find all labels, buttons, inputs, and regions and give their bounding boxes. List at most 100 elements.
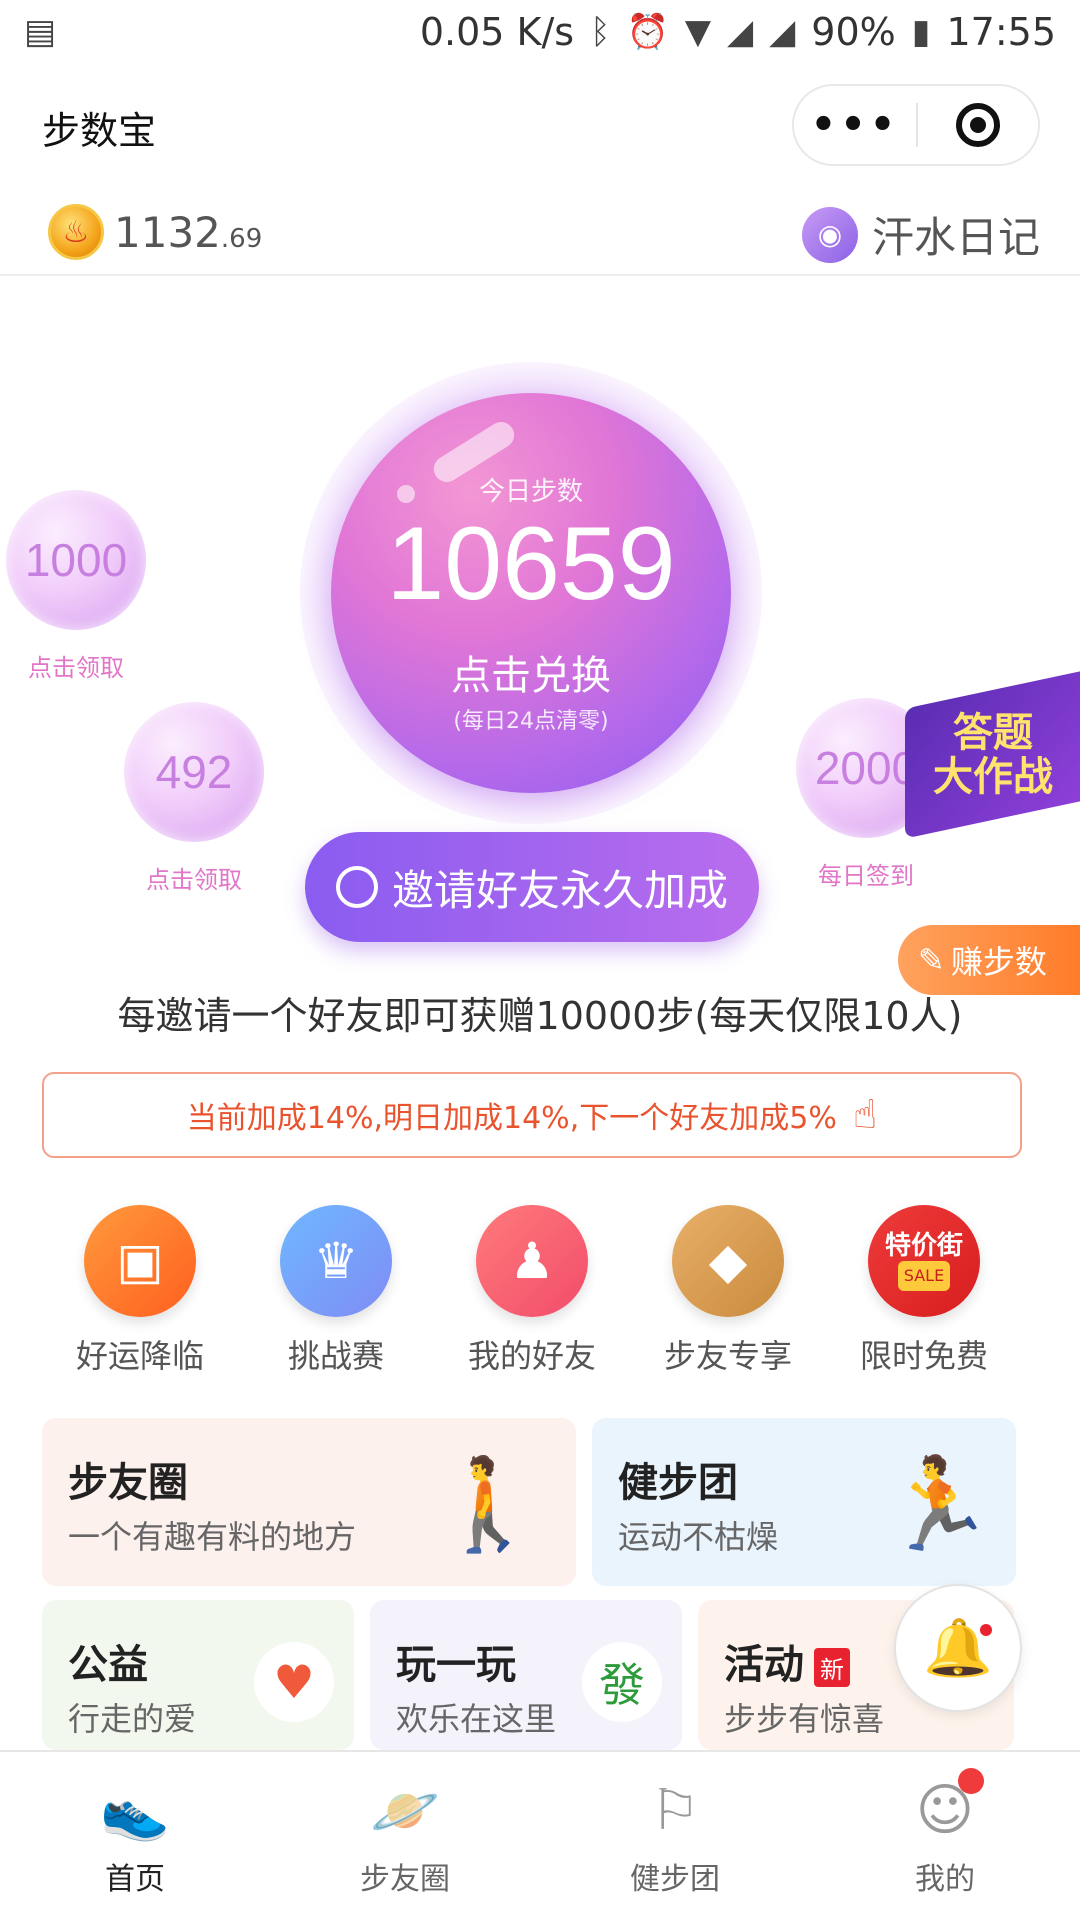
card-title: 活动新 xyxy=(724,1632,850,1690)
coin-flame-icon: ♨ xyxy=(48,204,104,260)
coin-integer: 1132 xyxy=(114,208,221,257)
close-miniapp-button[interactable] xyxy=(918,103,1038,147)
invite-friends-button[interactable]: 邀请好友永久加成 xyxy=(305,832,759,942)
today-steps-title: 今日步数 xyxy=(478,477,583,507)
coin-decimal: .69 xyxy=(220,224,263,254)
earn-steps-label: 赚步数 xyxy=(950,943,1047,981)
grid-item-label: 挑战赛 xyxy=(287,1337,384,1375)
target-icon xyxy=(955,103,1000,147)
friends-icon: ♟ xyxy=(476,1205,588,1317)
card-title: 健步团 xyxy=(618,1460,738,1506)
pointing-hand-icon: ☝ xyxy=(852,1092,878,1138)
runner-illustration: 🏃 xyxy=(882,1452,995,1557)
invite-description: 每邀请一个好友即可获赠10000步(每天仅限10人) xyxy=(117,994,963,1038)
bonus-info-text: 当前加成14%,明日加成14%,下一个好友加成5% xyxy=(186,1101,837,1136)
sweat-diary-label: 汗水日记 xyxy=(871,213,1040,262)
unread-dot xyxy=(958,1768,984,1794)
clock: 17:55 xyxy=(946,10,1056,54)
activity-title: 活动 xyxy=(724,1642,804,1688)
card-title: 公益 xyxy=(68,1642,148,1688)
network-speed: 0.05 K/s xyxy=(419,10,575,54)
grid-item-exclusive[interactable]: ◆ 步友专享 xyxy=(630,1205,826,1377)
mahjong-icon: 發 xyxy=(582,1642,662,1722)
alarm-icon: ⏰ xyxy=(626,12,669,52)
reward-bubble-label: 点击领取 xyxy=(146,866,242,894)
new-badge: 新 xyxy=(814,1647,850,1687)
planet-icon: 🪐 xyxy=(370,1779,440,1844)
status-bar: ▤ 0.05 K/s ᛒ ⏰ ▼ ◢ ◢ 90% ▮ 17:55 xyxy=(0,0,1080,64)
card-subtitle: 欢乐在这里 xyxy=(396,1700,557,1738)
tab-label: 步友圈 xyxy=(360,1862,450,1897)
tab-mine[interactable]: ☺ 我的 xyxy=(810,1752,1080,1920)
grid-item-challenge[interactable]: ♛ 挑战赛 xyxy=(238,1205,434,1377)
step-circle-card[interactable]: 步友圈 一个有趣有料的地方 🚶 xyxy=(42,1418,576,1586)
grid-item-label: 好运降临 xyxy=(75,1337,204,1375)
tab-label: 我的 xyxy=(915,1862,975,1897)
bluetooth-icon: ᛒ xyxy=(590,12,611,52)
tab-label: 首页 xyxy=(105,1862,165,1897)
app-title: 步数宝 xyxy=(42,109,157,153)
refresh-icon xyxy=(335,866,378,908)
sale-bag-icon: 特价街 SALE xyxy=(868,1205,980,1317)
shoe-icon: ✎ xyxy=(918,941,945,979)
grid-item-friends[interactable]: ♟ 我的好友 xyxy=(434,1205,630,1377)
reward-bubble-value: 2000 xyxy=(814,742,918,794)
today-steps-count: 10659 xyxy=(386,506,676,622)
sale-badge-sub: SALE xyxy=(897,1261,951,1291)
quiz-battle-banner[interactable]: 答题 大作战 xyxy=(905,671,1080,839)
tab-step-circle[interactable]: 🪐 步友圈 xyxy=(270,1752,540,1920)
card-subtitle: 运动不枯燥 xyxy=(618,1518,779,1556)
signal-icon: ◢ xyxy=(726,12,754,52)
flag-icon: ⚐ xyxy=(649,1778,701,1843)
grid-item-label: 我的好友 xyxy=(467,1337,596,1375)
grid-item-label: 限时免费 xyxy=(859,1337,988,1375)
card-subtitle: 步步有惊喜 xyxy=(724,1700,885,1738)
card-subtitle: 行走的爱 xyxy=(68,1700,197,1738)
reward-bubble-value: 1000 xyxy=(24,534,128,586)
daily-checkin-label: 每日签到 xyxy=(818,862,914,890)
treasure-chest-icon: ▣ xyxy=(84,1205,196,1317)
grid-item-label: 步友专享 xyxy=(663,1337,792,1375)
reward-bubble-1000[interactable]: 1000 xyxy=(6,490,146,630)
sale-badge-text: 特价街 xyxy=(884,1231,963,1261)
water-drop-icon: ◉ xyxy=(801,206,858,263)
reset-note: (每日24点清零) xyxy=(453,709,609,734)
card-subtitle: 一个有趣有料的地方 xyxy=(68,1518,357,1556)
grid-item-free[interactable]: 特价街 SALE 限时免费 xyxy=(826,1205,1022,1377)
battery-level: 90% xyxy=(811,10,896,54)
play-card[interactable]: 玩一玩 欢乐在这里 發 xyxy=(370,1600,682,1750)
walker-illustration: 🚶 xyxy=(432,1452,545,1557)
redeem-label: 点击兑换 xyxy=(451,653,611,699)
walk-group-card[interactable]: 健步团 运动不枯燥 🏃 xyxy=(592,1418,1016,1586)
tab-label: 健步团 xyxy=(630,1862,720,1897)
coin-balance[interactable]: 1132.69 xyxy=(114,208,262,257)
wifi-icon: ▼ xyxy=(684,12,711,52)
tab-home[interactable]: 👟 首页 xyxy=(0,1752,270,1920)
reward-bubble-value: 492 xyxy=(155,746,233,798)
card-title: 步友圈 xyxy=(68,1460,188,1506)
grid-item-lucky[interactable]: ▣ 好运降临 xyxy=(42,1205,238,1377)
sneaker-icon: 👟 xyxy=(100,1779,170,1844)
notification-bell-button[interactable]: 🔔 xyxy=(894,1584,1022,1712)
coin-row: ♨ 1132.69 ◉ 汗水日记 xyxy=(0,190,1080,276)
diamond-icon: ◆ xyxy=(672,1205,784,1317)
invite-friends-label: 邀请好友永久加成 xyxy=(391,865,728,915)
today-steps-bubble[interactable]: 今日步数 10659 点击兑换 (每日24点清零) xyxy=(331,393,731,793)
bottom-tab-bar: 👟 首页 🪐 步友圈 ⚐ 健步团 ☺ 我的 xyxy=(0,1750,1080,1920)
sweat-diary-link[interactable]: ◉ 汗水日记 xyxy=(801,204,1040,265)
mahjong-glyph: 發 xyxy=(599,1658,645,1712)
charity-card[interactable]: 公益 行走的爱 ♥ xyxy=(42,1600,354,1750)
bonus-info-bar[interactable]: 当前加成14%,明日加成14%,下一个好友加成5% ☝ xyxy=(42,1072,1022,1158)
miniapp-capsule: ••• xyxy=(792,84,1040,166)
signal-2-icon: ◢ xyxy=(769,12,796,52)
battery-icon: ▮ xyxy=(911,12,931,52)
more-button[interactable]: ••• xyxy=(794,102,916,148)
notification-icon: ▤ xyxy=(24,12,57,52)
quiz-battle-label: 答题 大作战 xyxy=(932,710,1053,800)
feature-grid: ▣ 好运降临 ♛ 挑战赛 ♟ 我的好友 ◆ 步友专享 特价街 SALE 限时免费 xyxy=(42,1205,1022,1377)
card-title: 玩一玩 xyxy=(396,1642,516,1688)
tab-walk-group[interactable]: ⚐ 健步团 xyxy=(540,1752,810,1920)
trophy-icon: ♛ xyxy=(280,1205,392,1317)
reward-bubble-492[interactable]: 492 xyxy=(124,702,264,842)
unread-dot xyxy=(980,1624,992,1636)
